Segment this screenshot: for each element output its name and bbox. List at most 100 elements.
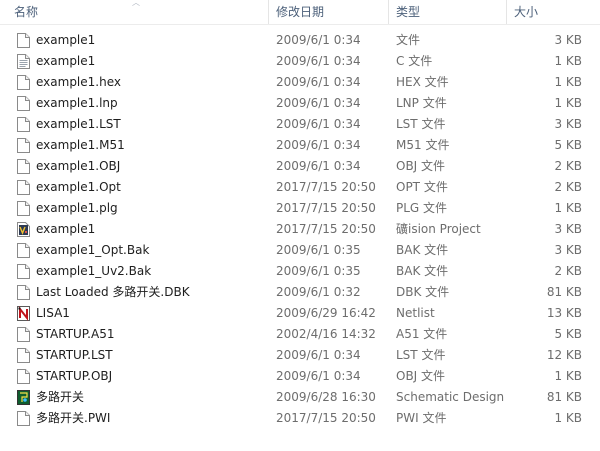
file-row[interactable]: example1.OBJ 2009/6/1 0:34 OBJ 文件 2 KB [0, 156, 600, 177]
file-type: PWI 文件 [396, 411, 447, 425]
blank-file-icon [17, 33, 30, 48]
file-size: 81 KB [546, 390, 582, 404]
file-size: 81 KB [546, 285, 582, 299]
file-date-modified: 2009/6/1 0:34 [276, 369, 361, 383]
file-date-modified: 2017/7/15 20:50 [276, 222, 376, 236]
file-size: 12 KB [546, 348, 582, 362]
file-rows: example1 2009/6/1 0:34 文件 3 KB example1 … [0, 30, 600, 429]
file-type: Schematic Design [396, 390, 505, 404]
file-date-modified: 2009/6/29 16:42 [276, 306, 376, 320]
column-header-name[interactable]: 名称 [14, 0, 38, 24]
file-size: 2 KB [554, 264, 582, 278]
blank-file-icon [17, 159, 30, 174]
file-row[interactable]: 多路开关.PWI 2017/7/15 20:50 PWI 文件 1 KB [0, 408, 600, 429]
file-type: OBJ 文件 [396, 159, 446, 173]
file-date-modified: 2017/7/15 20:50 [276, 201, 376, 215]
file-type: OPT 文件 [396, 180, 448, 194]
file-row[interactable]: example1.LST 2009/6/1 0:34 LST 文件 3 KB [0, 114, 600, 135]
file-row[interactable]: LISA1 2009/6/29 16:42 Netlist 13 KB [0, 303, 600, 324]
file-name: STARTUP.OBJ [36, 369, 113, 383]
file-size: 1 KB [554, 54, 582, 68]
file-size: 1 KB [554, 96, 582, 110]
text-file-icon [17, 54, 30, 69]
file-row[interactable]: example1 2017/7/15 20:50 礦ision Project … [0, 219, 600, 240]
file-name: example1.plg [36, 201, 118, 215]
file-date-modified: 2009/6/1 0:35 [276, 243, 361, 257]
blank-file-icon [17, 411, 30, 426]
blank-file-icon [17, 201, 30, 216]
file-row[interactable]: example1.lnp 2009/6/1 0:34 LNP 文件 1 KB [0, 93, 600, 114]
blank-file-icon [17, 96, 30, 111]
file-size: 3 KB [554, 222, 582, 236]
column-header-date[interactable]: 修改日期 [276, 0, 324, 24]
file-row[interactable]: example1 2009/6/1 0:34 C 文件 1 KB [0, 51, 600, 72]
file-type: PLG 文件 [396, 201, 448, 215]
file-name: 多路开关 [36, 390, 85, 404]
file-row[interactable]: 多路开关 2009/6/28 16:30 Schematic Design 81… [0, 387, 600, 408]
column-header-bar: 名称 ︿ 修改日期 类型 大小 [0, 0, 600, 25]
file-row[interactable]: example1.M51 2009/6/1 0:34 M51 文件 5 KB [0, 135, 600, 156]
file-name: example1 [36, 33, 96, 47]
file-row[interactable]: example1 2009/6/1 0:34 文件 3 KB [0, 30, 600, 51]
file-size: 3 KB [554, 243, 582, 257]
file-name: Last Loaded 多路开关.DBK [36, 285, 190, 299]
file-size: 1 KB [554, 369, 582, 383]
file-date-modified: 2009/6/1 0:34 [276, 117, 361, 131]
file-row[interactable]: example1_Opt.Bak 2009/6/1 0:35 BAK 文件 3 … [0, 240, 600, 261]
file-date-modified: 2009/6/1 0:34 [276, 96, 361, 110]
file-type: C 文件 [396, 54, 433, 68]
file-name: example1.lnp [36, 96, 118, 110]
file-row[interactable]: STARTUP.A51 2002/4/16 14:32 A51 文件 5 KB [0, 324, 600, 345]
file-date-modified: 2009/6/1 0:34 [276, 159, 361, 173]
file-row[interactable]: STARTUP.LST 2009/6/1 0:34 LST 文件 12 KB [0, 345, 600, 366]
schematic-design-icon [17, 390, 30, 405]
file-type: M51 文件 [396, 138, 450, 152]
file-type: BAK 文件 [396, 264, 449, 278]
file-size: 13 KB [546, 306, 582, 320]
column-divider[interactable] [388, 0, 389, 24]
blank-file-icon [17, 327, 30, 342]
file-size: 2 KB [554, 180, 582, 194]
file-size: 2 KB [554, 159, 582, 173]
file-row[interactable]: Last Loaded 多路开关.DBK 2009/6/1 0:32 DBK 文… [0, 282, 600, 303]
file-row[interactable]: example1.plg 2017/7/15 20:50 PLG 文件 1 KB [0, 198, 600, 219]
file-type: Netlist [396, 306, 435, 320]
blank-file-icon [17, 75, 30, 90]
file-date-modified: 2017/7/15 20:50 [276, 411, 376, 425]
file-date-modified: 2009/6/28 16:30 [276, 390, 376, 404]
column-divider[interactable] [268, 0, 269, 24]
file-name: example1.M51 [36, 138, 125, 152]
uvision-project-icon [17, 222, 30, 237]
file-size: 3 KB [554, 117, 582, 131]
file-row[interactable]: example1.Opt 2017/7/15 20:50 OPT 文件 2 KB [0, 177, 600, 198]
file-size: 1 KB [554, 411, 582, 425]
file-row[interactable]: STARTUP.OBJ 2009/6/1 0:34 OBJ 文件 1 KB [0, 366, 600, 387]
file-name: example1 [36, 54, 96, 68]
column-divider[interactable] [506, 0, 507, 24]
file-date-modified: 2017/7/15 20:50 [276, 180, 376, 194]
file-type: DBK 文件 [396, 285, 450, 299]
file-row[interactable]: example1.hex 2009/6/1 0:34 HEX 文件 1 KB [0, 72, 600, 93]
file-date-modified: 2009/6/1 0:32 [276, 285, 361, 299]
file-name: LISA1 [36, 306, 70, 320]
file-name: 多路开关.PWI [36, 411, 111, 425]
file-date-modified: 2002/4/16 14:32 [276, 327, 376, 341]
blank-file-icon [17, 264, 30, 279]
file-list-view: 名称 ︿ 修改日期 类型 大小 example1 2009/6/1 0:34 文… [0, 0, 600, 451]
file-size: 1 KB [554, 75, 582, 89]
blank-file-icon [17, 117, 30, 132]
column-header-size[interactable]: 大小 [514, 0, 538, 24]
file-type: LST 文件 [396, 348, 446, 362]
file-date-modified: 2009/6/1 0:35 [276, 264, 361, 278]
file-name: example1.OBJ [36, 159, 121, 173]
column-header-type[interactable]: 类型 [396, 0, 420, 24]
file-type: 礦ision Project [396, 222, 481, 236]
blank-file-icon [17, 138, 30, 153]
file-name: example1 [36, 222, 96, 236]
blank-file-icon [17, 243, 30, 258]
file-size: 1 KB [554, 201, 582, 215]
file-type: LST 文件 [396, 117, 446, 131]
file-type: HEX 文件 [396, 75, 449, 89]
file-row[interactable]: example1_Uv2.Bak 2009/6/1 0:35 BAK 文件 2 … [0, 261, 600, 282]
blank-file-icon [17, 180, 30, 195]
